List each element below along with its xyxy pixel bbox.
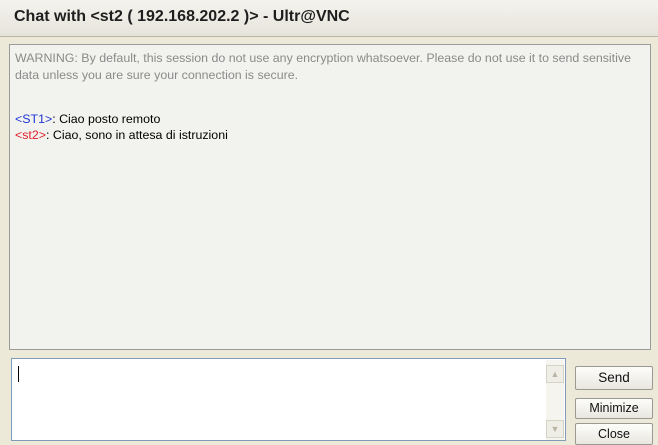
title-bar[interactable]: Chat with <st2 ( 192.168.202.2 )> - Ultr… — [0, 0, 658, 37]
message-text: Ciao, sono in attesa di istruzioni — [52, 128, 228, 142]
chevron-up-icon[interactable]: ▲ — [546, 365, 564, 383]
encryption-warning: WARNING: By default, this session do not… — [15, 51, 631, 82]
input-scrollbar[interactable]: ▲ ▼ — [546, 360, 564, 440]
message-text: Ciao posto remoto — [59, 112, 161, 126]
message-nick: <ST1> — [15, 112, 53, 126]
chat-log[interactable]: WARNING: By default, this session do not… — [9, 44, 651, 350]
chat-message: <st2>: Ciao, sono in attesa di istruzion… — [15, 127, 228, 143]
minimize-button[interactable]: Minimize — [575, 398, 653, 419]
text-caret — [18, 366, 19, 382]
window-title: Chat with <st2 ( 192.168.202.2 )> - Ultr… — [14, 8, 350, 25]
message-input[interactable]: ▲ ▼ — [11, 358, 566, 441]
chat-message: <ST1>: Ciao posto remoto — [15, 111, 160, 127]
message-separator: : — [46, 128, 53, 142]
send-button[interactable]: Send — [575, 366, 653, 390]
close-button[interactable]: Close — [575, 423, 653, 445]
chevron-down-icon[interactable]: ▼ — [546, 420, 564, 438]
message-nick: <st2> — [15, 128, 47, 142]
